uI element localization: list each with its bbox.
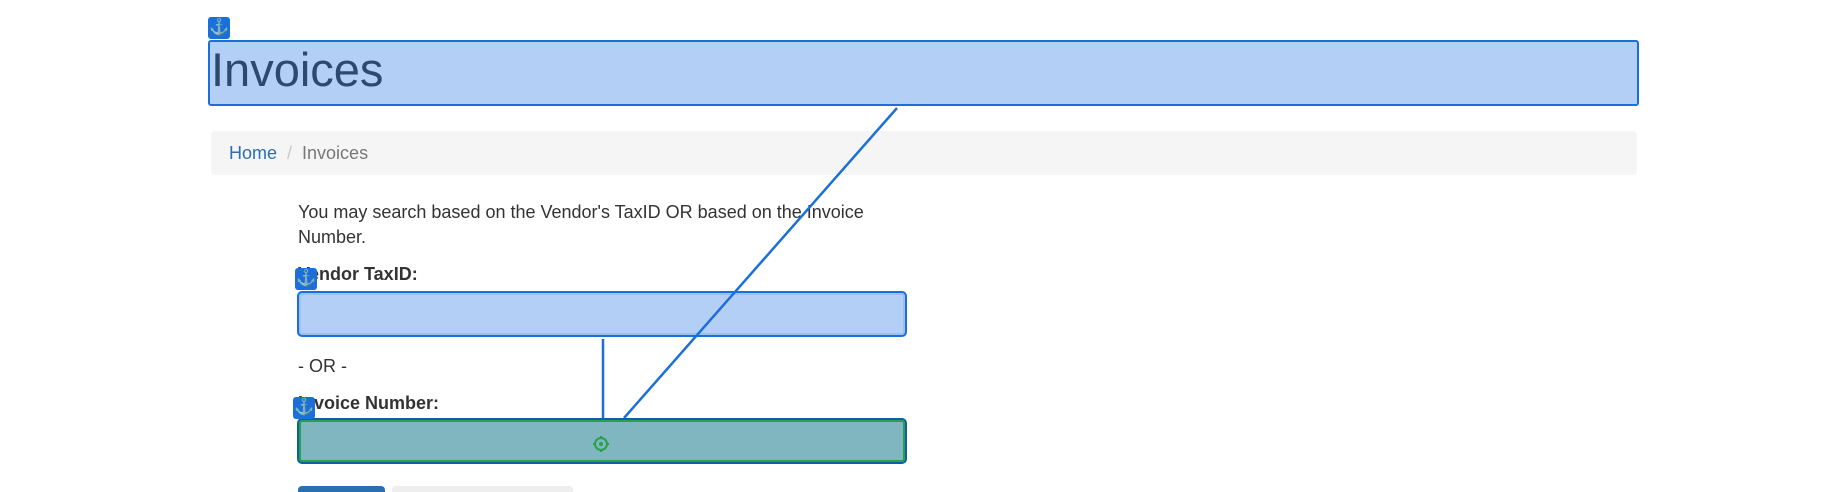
secondary-button[interactable] bbox=[392, 486, 573, 492]
or-separator: - OR - bbox=[298, 356, 347, 376]
breadcrumb-current: Invoices bbox=[302, 143, 369, 163]
invoice-number-input[interactable] bbox=[297, 418, 907, 464]
anchor-icon: ⚓ bbox=[295, 268, 317, 290]
page: ⚓ Invoices Home / Invoices You may search … bbox=[0, 0, 1848, 492]
title-highlight-overlay bbox=[208, 40, 1639, 106]
breadcrumb: Home / Invoices bbox=[211, 131, 1637, 175]
page-title: Invoices bbox=[211, 43, 384, 96]
breadcrumb-home-link[interactable]: Home bbox=[229, 143, 277, 163]
breadcrumb-separator: / bbox=[287, 143, 293, 163]
vendor-taxid-input[interactable] bbox=[297, 291, 907, 337]
anchor-icon: ⚓ bbox=[293, 397, 315, 419]
anchor-icon: ⚓ bbox=[208, 17, 230, 39]
invoice-number-label: Invoice Number: bbox=[298, 393, 440, 413]
search-instructions: You may search based on the Vendor's Tax… bbox=[298, 202, 864, 247]
search-button[interactable] bbox=[298, 486, 385, 492]
